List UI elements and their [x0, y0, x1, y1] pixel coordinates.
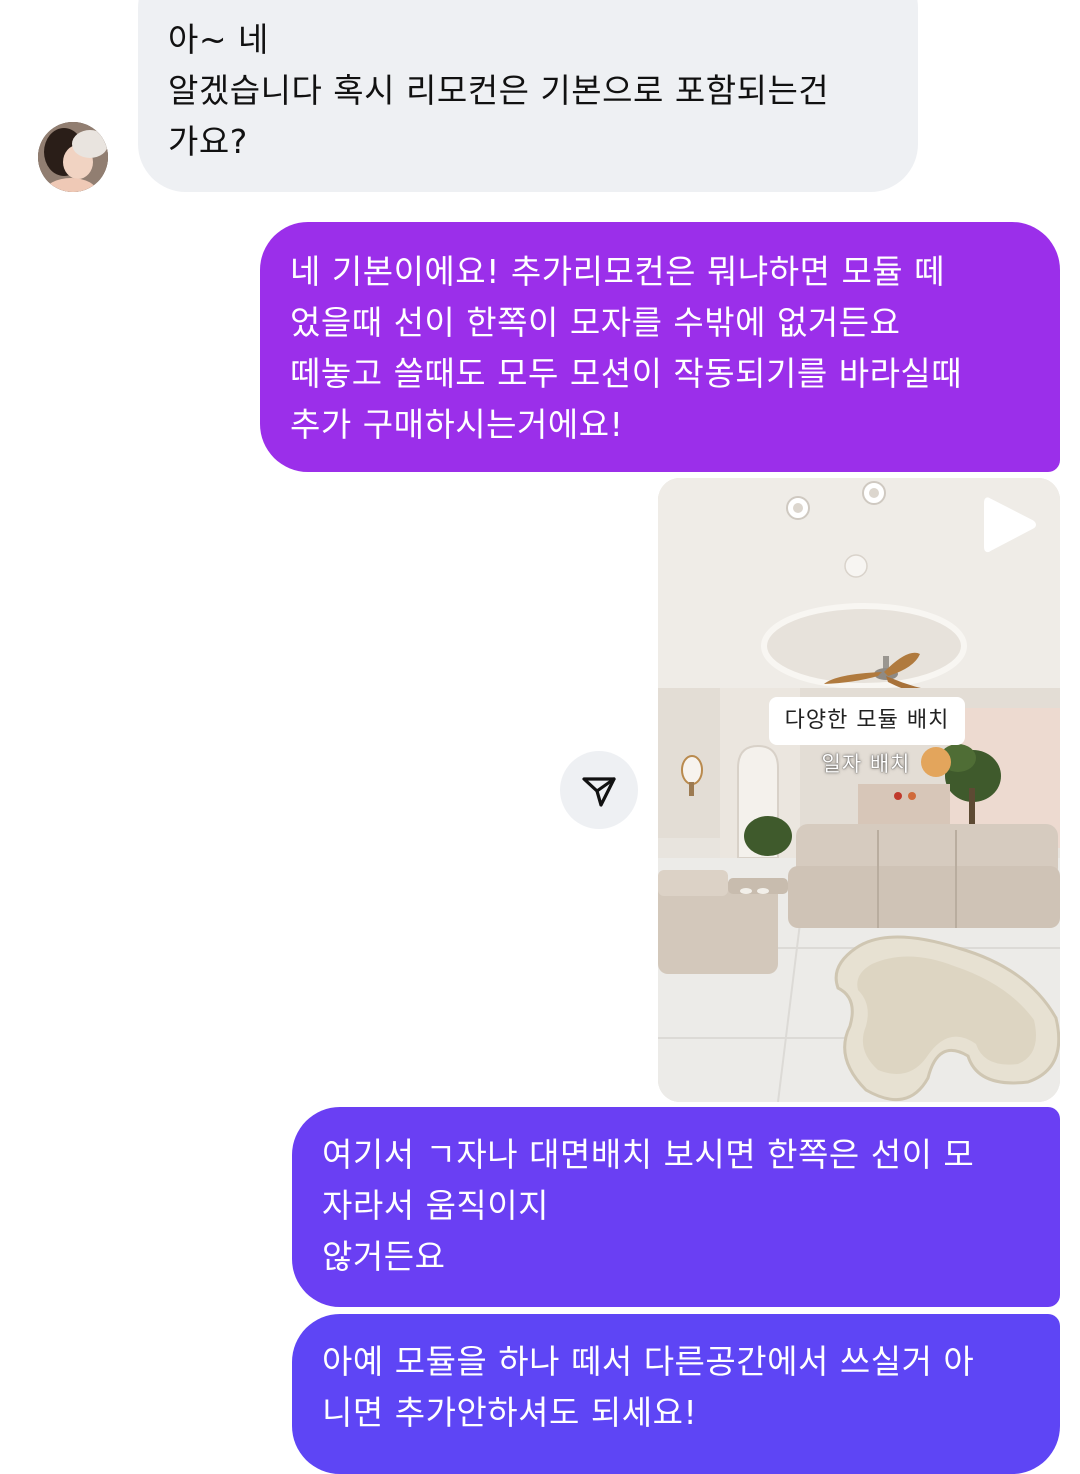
incoming-message-bubble[interactable]: 아~ 네 알겠습니다 혹시 리모컨은 기본으로 포함되는건 가요?	[138, 0, 918, 192]
shared-reel-video[interactable]: 다양한 모듈 배치 일자 배치	[658, 478, 1060, 1102]
chat-thread: 아~ 네 알겠습니다 혹시 리모컨은 기본으로 포함되는건 가요? 네 기본이에…	[0, 0, 1080, 1474]
play-icon[interactable]	[980, 494, 1040, 556]
reel-caption: 다양한 모듈 배치	[769, 697, 965, 745]
avatar-image	[38, 122, 108, 192]
outgoing-message-bubble[interactable]: 네 기본이에요! 추가리모컨은 뭐냐하면 모듈 떼 었을때 선이 한쪽이 모자를…	[260, 222, 1060, 472]
reel-sub-caption: 일자 배치	[821, 752, 911, 776]
sender-avatar[interactable]	[38, 122, 108, 192]
outgoing-message-bubble[interactable]: 아예 모듈을 하나 떼서 다른공간에서 쓰실거 아 니면 추가안하셔도 되세요!	[292, 1314, 1060, 1474]
outgoing-message-bubble[interactable]: 여기서 ㄱ자나 대면배치 보시면 한쪽은 선이 모 자라서 움직이지 않거든요	[292, 1107, 1060, 1307]
share-button[interactable]	[560, 751, 638, 829]
send-icon	[582, 777, 616, 807]
living-room-thumbnail	[658, 478, 1060, 1102]
